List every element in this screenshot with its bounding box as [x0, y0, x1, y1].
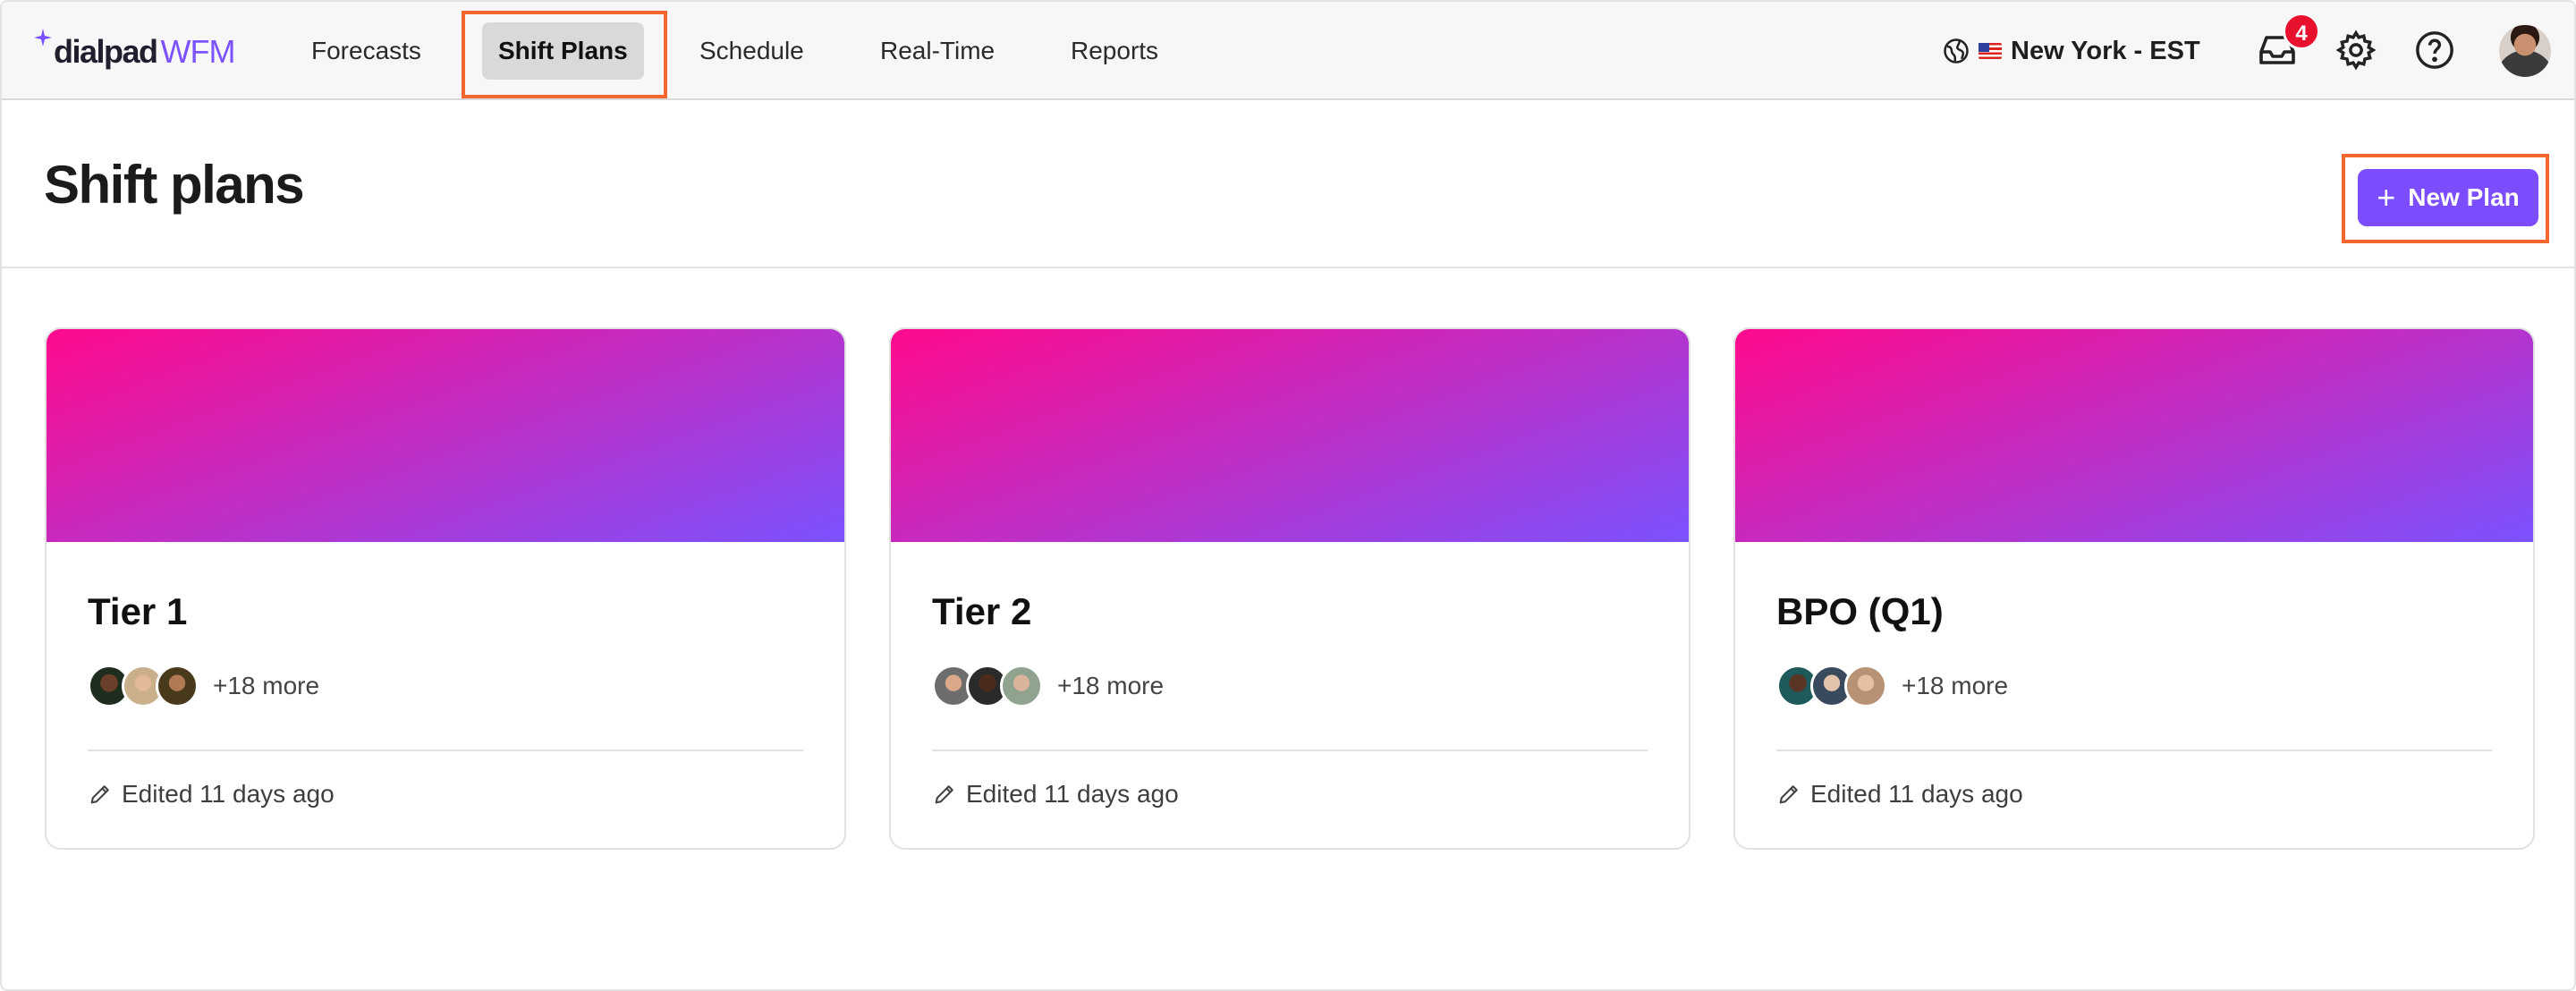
edited-info: Edited 11 days ago — [88, 775, 335, 814]
nav-schedule[interactable]: Schedule — [683, 22, 820, 80]
logo-text-primary: dialpad — [54, 33, 158, 70]
nav-reports[interactable]: Reports — [1055, 22, 1174, 80]
card-divider — [1776, 750, 2492, 751]
card-divider — [88, 750, 803, 751]
edited-label: Edited 11 days ago — [966, 780, 1179, 808]
app-window: dialpad WFM Forecasts Shift Plans Schedu… — [0, 0, 2576, 991]
edited-label: Edited 11 days ago — [1810, 780, 2023, 808]
timezone-selector[interactable]: New York - EST — [1943, 29, 2200, 73]
pencil-icon — [1779, 785, 1798, 804]
card-banner — [891, 329, 1689, 542]
notification-badge: 4 — [2283, 13, 2320, 50]
new-plan-label: New Plan — [2408, 183, 2520, 211]
edited-info: Edited 11 days ago — [932, 775, 1179, 814]
card-title: BPO (Q1) — [1776, 590, 1944, 632]
edited-info: Edited 11 days ago — [1776, 775, 2023, 814]
page-header: Shift plans + New Plan — [2, 100, 2574, 268]
help-button[interactable] — [2411, 27, 2458, 73]
card-title: Tier 1 — [88, 590, 188, 632]
more-members-count: +18 more — [1902, 672, 2009, 699]
us-flag-icon — [1979, 43, 2002, 59]
settings-button[interactable] — [2333, 27, 2379, 73]
user-avatar[interactable] — [2499, 25, 2551, 77]
member-avatars: +18 more — [88, 664, 319, 708]
timezone-label: New York - EST — [2011, 37, 2200, 65]
more-members-count: +18 more — [1057, 672, 1165, 699]
member-avatar — [1844, 665, 1887, 707]
card-banner — [1735, 329, 2533, 542]
card-title: Tier 2 — [932, 590, 1032, 632]
nav-real-time[interactable]: Real-Time — [864, 22, 1011, 80]
edited-label: Edited 11 days ago — [122, 780, 335, 808]
page-title: Shift plans — [44, 155, 305, 215]
new-plan-button[interactable]: + New Plan — [2358, 169, 2538, 226]
help-icon — [2416, 31, 2453, 69]
sparkle-icon — [34, 29, 52, 47]
member-avatar — [156, 665, 199, 707]
card-divider — [932, 750, 1648, 751]
card-banner — [47, 329, 844, 542]
gear-icon — [2335, 30, 2377, 71]
more-members-count: +18 more — [213, 672, 320, 699]
nav-shift-plans[interactable]: Shift Plans — [482, 22, 644, 80]
member-avatar — [1000, 665, 1043, 707]
globe-icon — [1944, 38, 1969, 64]
pencil-icon — [935, 785, 953, 804]
member-avatars: +18 more — [932, 664, 1164, 708]
shift-plan-card-bpo-q1[interactable]: BPO (Q1) +18 more Edited 11 days ago — [1733, 327, 2535, 850]
pencil-icon — [90, 785, 109, 804]
nav-forecasts[interactable]: Forecasts — [295, 22, 437, 80]
dialpad-wfm-logo[interactable]: dialpad WFM — [34, 27, 235, 77]
top-nav: dialpad WFM Forecasts Shift Plans Schedu… — [2, 2, 2574, 100]
plus-icon: + — [2377, 179, 2396, 216]
shift-plan-card-tier-1[interactable]: Tier 1 +18 more Edited 11 days ago — [45, 327, 846, 850]
member-avatars: +18 more — [1776, 664, 2008, 708]
shift-plan-card-tier-2[interactable]: Tier 2 +18 more Edited 11 days ago — [889, 327, 1690, 850]
logo-text-secondary: WFM — [160, 33, 236, 70]
